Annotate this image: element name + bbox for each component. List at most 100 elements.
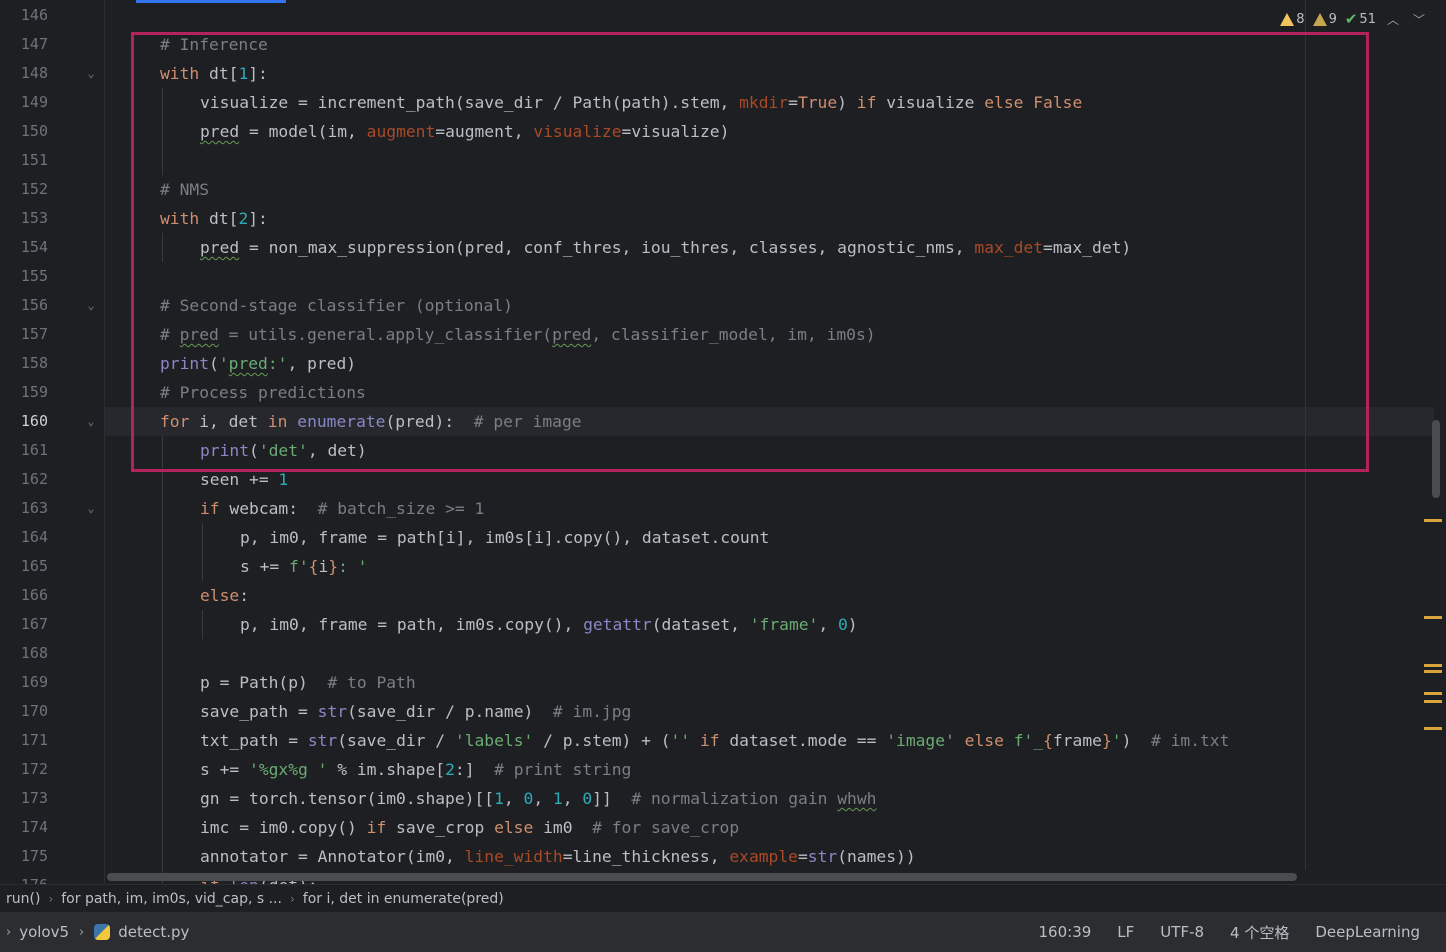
line-number[interactable]: 160 — [0, 407, 48, 436]
line-number[interactable]: 156 — [0, 291, 48, 320]
code-line[interactable]: with dt[2]: — [160, 204, 268, 233]
error-stripe-mark[interactable] — [1424, 519, 1442, 522]
code-token: f' — [289, 557, 309, 576]
line-number[interactable]: 148 — [0, 59, 48, 88]
line-number[interactable]: 155 — [0, 262, 48, 291]
inspection-widget[interactable]: 8 9 ✔ 51 ︿ ﹀ — [1280, 9, 1428, 29]
code-line[interactable]: pred = non_max_suppression(pred, conf_th… — [200, 233, 1131, 262]
code-token: 'frame' — [749, 615, 819, 634]
fold-chevron-icon[interactable]: ⌄ — [84, 291, 98, 320]
code-line[interactable]: else: — [200, 581, 249, 610]
line-number[interactable]: 170 — [0, 697, 48, 726]
file-name[interactable]: detect.py — [118, 923, 189, 941]
indent-guide — [162, 784, 163, 813]
code-line[interactable]: visualize = increment_path(save_dir / Pa… — [200, 88, 1082, 117]
next-highlight-icon[interactable]: ﹀ — [1410, 11, 1428, 28]
vertical-scrollbar[interactable] — [1432, 420, 1440, 498]
line-number[interactable]: 147 — [0, 30, 48, 59]
line-number[interactable]: 152 — [0, 175, 48, 204]
project-name[interactable]: yolov5 — [19, 923, 69, 941]
line-number[interactable]: 163 — [0, 494, 48, 523]
code-token: # — [160, 325, 180, 344]
code-token: '%gx%g ' — [249, 760, 328, 779]
breadcrumb-item[interactable]: for path, im, im0s, vid_cap, s ... — [61, 891, 282, 907]
code-line[interactable]: p, im0, frame = path, im0s.copy(), getat… — [240, 610, 858, 639]
line-separator[interactable]: LF — [1117, 923, 1134, 941]
error-stripe-mark[interactable] — [1424, 670, 1442, 673]
line-number[interactable]: 161 — [0, 436, 48, 465]
line-number[interactable]: 164 — [0, 523, 48, 552]
line-number[interactable]: 169 — [0, 668, 48, 697]
line-number[interactable]: 150 — [0, 117, 48, 146]
line-number[interactable]: 174 — [0, 813, 48, 842]
code-line[interactable]: # Process predictions — [160, 378, 366, 407]
line-number[interactable]: 159 — [0, 378, 48, 407]
code-line[interactable]: gn = torch.tensor(im0.shape)[[1, 0, 1, 0… — [200, 784, 876, 813]
horizontal-scrollbar[interactable] — [107, 873, 1297, 881]
code-line[interactable]: annotator = Annotator(im0, line_width=li… — [200, 842, 916, 871]
code-line[interactable]: pred = model(im, augment=augment, visual… — [200, 117, 729, 146]
error-stripe-mark[interactable] — [1424, 727, 1442, 730]
line-number[interactable]: 173 — [0, 784, 48, 813]
line-number[interactable]: 151 — [0, 146, 48, 175]
file-encoding[interactable]: UTF-8 — [1160, 923, 1204, 941]
caret-position[interactable]: 160:39 — [1039, 923, 1092, 941]
line-number-gutter[interactable]: 146 147 148 ⌄ 149 150 151 152 153 154 155 156 ⌄ 157 15… — [0, 0, 105, 884]
code-line[interactable]: txt_path = str(save_dir / 'labels' / p.s… — [200, 726, 1229, 755]
code-line[interactable]: print('pred:', pred) — [160, 349, 356, 378]
code-editor[interactable]: 146 147 148 ⌄ 149 150 151 152 153 154 155 156 ⌄ 157 15… — [0, 0, 1446, 884]
indent-guide — [162, 726, 163, 755]
error-stripe-mark[interactable] — [1424, 700, 1442, 703]
line-number[interactable]: 175 — [0, 842, 48, 871]
error-stripe-mark[interactable] — [1424, 616, 1442, 619]
line-number[interactable]: 162 — [0, 465, 48, 494]
line-number[interactable]: 146 — [0, 1, 48, 30]
code-line[interactable]: s += '%gx%g ' % im.shape[2:] # print str… — [200, 755, 631, 784]
breadcrumb-item[interactable]: run() — [6, 891, 40, 907]
error-stripe-mark[interactable] — [1424, 664, 1442, 667]
code-token: , — [533, 789, 553, 808]
code-token: (names)) — [837, 847, 916, 866]
indent-setting[interactable]: 4 个空格 — [1230, 922, 1289, 943]
line-number[interactable]: 167 — [0, 610, 48, 639]
code-line[interactable]: # pred = utils.general.apply_classifier(… — [160, 320, 876, 349]
fold-chevron-icon[interactable]: ⌄ — [84, 494, 98, 523]
weak-warning-count[interactable]: 9 — [1312, 12, 1337, 27]
horizontal-scrollbar-track[interactable] — [104, 871, 1302, 883]
previous-highlight-icon[interactable]: ︿ — [1384, 11, 1402, 28]
code-line[interactable]: for i, det in enumerate(pred): # per ima… — [160, 407, 582, 436]
python-interpreter[interactable]: DeepLearning — [1315, 923, 1420, 941]
line-number[interactable]: 154 — [0, 233, 48, 262]
error-stripe-mark[interactable] — [1424, 692, 1442, 695]
breadcrumb-item[interactable]: for i, det in enumerate(pred) — [303, 891, 504, 907]
line-number[interactable]: 149 — [0, 88, 48, 117]
code-line[interactable]: if webcam: # batch_size >= 1 — [200, 494, 484, 523]
code-line[interactable]: imc = im0.copy() if save_crop else im0 #… — [200, 813, 739, 842]
code-line[interactable]: print('det', det) — [200, 436, 367, 465]
fold-chevron-icon[interactable]: ⌄ — [84, 407, 98, 436]
code-token: , — [503, 789, 524, 808]
line-number[interactable]: 157 — [0, 320, 48, 349]
code-line[interactable]: # NMS — [160, 175, 209, 204]
code-line[interactable]: with dt[1]: — [160, 59, 268, 88]
typo-count[interactable]: ✔ 51 — [1345, 10, 1376, 28]
code-token: annotator = Annotator(im0, — [200, 847, 465, 866]
code-line[interactable]: # Inference — [160, 30, 268, 59]
code-line[interactable]: p = Path(p) # to Path — [200, 668, 416, 697]
line-number[interactable]: 172 — [0, 755, 48, 784]
line-number[interactable]: 168 — [0, 639, 48, 668]
warning-count[interactable]: 8 — [1280, 12, 1305, 27]
line-number[interactable]: 171 — [0, 726, 48, 755]
line-number[interactable]: 158 — [0, 349, 48, 378]
code-token: { — [1043, 731, 1053, 750]
fold-chevron-icon[interactable]: ⌄ — [84, 59, 98, 88]
line-number[interactable]: 165 — [0, 552, 48, 581]
line-number[interactable]: 153 — [0, 204, 48, 233]
code-line[interactable]: # Second-stage classifier (optional) — [160, 291, 513, 320]
line-number[interactable]: 176 — [0, 871, 48, 884]
code-line[interactable]: seen += 1 — [200, 465, 288, 494]
code-line[interactable]: s += f'{i}: ' — [240, 552, 367, 581]
code-line[interactable]: save_path = str(save_dir / p.name) # im.… — [200, 697, 631, 726]
line-number[interactable]: 166 — [0, 581, 48, 610]
code-line[interactable]: p, im0, frame = path[i], im0s[i].copy(),… — [240, 523, 769, 552]
